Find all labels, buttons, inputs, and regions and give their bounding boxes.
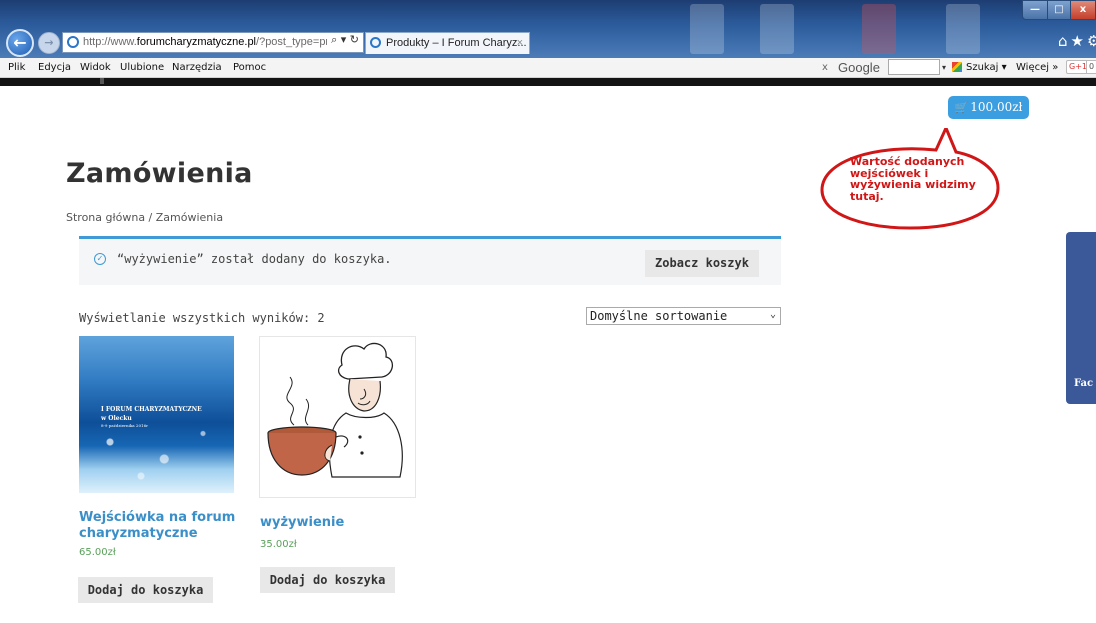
tab-favicon-icon	[370, 37, 381, 48]
tab-title: Produkty – I Forum Charyz...	[386, 37, 527, 49]
browser-tab-active[interactable]: Produkty – I Forum Charyz... ×	[365, 32, 530, 54]
callout-text: Wartość dodanych wejściówek i wyżywienia…	[850, 155, 976, 203]
forward-button[interactable]: →	[38, 32, 60, 54]
check-circle-icon: ✓	[94, 253, 106, 265]
page-title: Zamówienia	[66, 158, 253, 189]
google-search-input[interactable]	[888, 59, 940, 75]
taskbar-thumbnail	[690, 4, 724, 54]
cart-icon: 🛒	[954, 101, 969, 114]
menu-view[interactable]: Widok	[80, 58, 111, 77]
menu-bar: Plik Edycja Widok Ulubione Narzędzia Pom…	[0, 58, 1096, 78]
address-domain: forumcharyzmatyczne.pl	[136, 36, 257, 48]
chef-illustration	[267, 342, 403, 478]
view-cart-button[interactable]: Zobacz koszyk	[645, 250, 759, 277]
google-search-icon	[952, 62, 962, 72]
taskbar-thumbnail	[862, 4, 896, 54]
taskbar-thumbnail	[946, 4, 980, 54]
address-tools-icons[interactable]: ⌕ ▾ ↻	[327, 33, 359, 47]
ie-logo-icon	[67, 36, 79, 48]
window-close-button[interactable]: x	[1070, 0, 1096, 20]
image-text-line: 8-9 października 2016r	[101, 423, 149, 428]
menu-edit[interactable]: Edycja	[38, 58, 71, 77]
address-bar[interactable]: http://www.forumcharyzmatyczne.pl/?post_…	[62, 32, 364, 53]
product-title-link[interactable]: Wejściówka na forum charyzmatyczne	[79, 510, 239, 542]
window-maximize-button[interactable]: □	[1047, 0, 1071, 20]
google-toolbar-close-icon[interactable]: x	[822, 58, 828, 77]
menu-help[interactable]: Pomoc	[233, 58, 266, 77]
add-to-cart-button[interactable]: Dodaj do koszyka	[78, 577, 213, 603]
product-price: 35.00zł	[260, 539, 297, 550]
menu-tools[interactable]: Narzędzia	[172, 58, 222, 77]
google-search-button[interactable]: Szukaj ▾	[966, 58, 1007, 77]
site-header-strip	[0, 78, 1096, 86]
back-button[interactable]: ←	[6, 29, 34, 57]
annotation-callout: Wartość dodanych wejściówek i wyżywienia…	[818, 128, 1000, 232]
facebook-tab-label: Fac	[1074, 378, 1094, 389]
result-count: Wyświetlanie wszystkich wyników: 2	[79, 311, 325, 325]
cart-total-button[interactable]: 🛒 100.00zł	[948, 96, 1029, 119]
home-favorites-tools-icons[interactable]: ⌂★⚙	[1058, 32, 1096, 50]
image-text-line: w Olecku	[101, 415, 132, 422]
chevron-down-icon: ⌄	[769, 309, 776, 320]
product-price: 65.00zł	[79, 547, 116, 558]
menu-file[interactable]: Plik	[8, 58, 25, 77]
address-prefix: http://www.	[83, 36, 137, 48]
notice-text: “wyżywienie” został dodany do koszyka.	[117, 252, 392, 266]
image-text-line: I FORUM CHARYZMATYCZNE	[101, 406, 202, 413]
google-plus-count: 0	[1086, 60, 1096, 74]
google-more-button[interactable]: Więcej »	[1016, 58, 1058, 77]
facebook-side-tab[interactable]: Fac	[1066, 232, 1096, 404]
product-image-chef[interactable]	[259, 336, 416, 498]
add-to-cart-button[interactable]: Dodaj do koszyka	[260, 567, 395, 593]
window-minimize-button[interactable]: —	[1022, 0, 1048, 20]
cart-notice: ✓ “wyżywienie” został dodany do koszyka.…	[79, 236, 781, 285]
tab-close-icon[interactable]: ×	[517, 33, 523, 53]
chevron-down-icon[interactable]: ▾	[942, 58, 946, 77]
sort-select[interactable]: Domyślne sortowanie ⌄	[586, 307, 781, 325]
breadcrumb: Strona główna / Zamówienia	[66, 211, 224, 224]
cart-total: 100.00zł	[970, 100, 1023, 114]
menu-favorites[interactable]: Ulubione	[120, 58, 164, 77]
product-image-ticket[interactable]: I FORUM CHARYZMATYCZNE w Olecku 8-9 paźd…	[79, 336, 234, 493]
sort-selected-value: Domyślne sortowanie	[590, 309, 728, 323]
taskbar-thumbnail	[760, 4, 794, 54]
product-title-link[interactable]: wyżywienie	[260, 515, 344, 531]
google-logo: Google	[838, 60, 880, 75]
